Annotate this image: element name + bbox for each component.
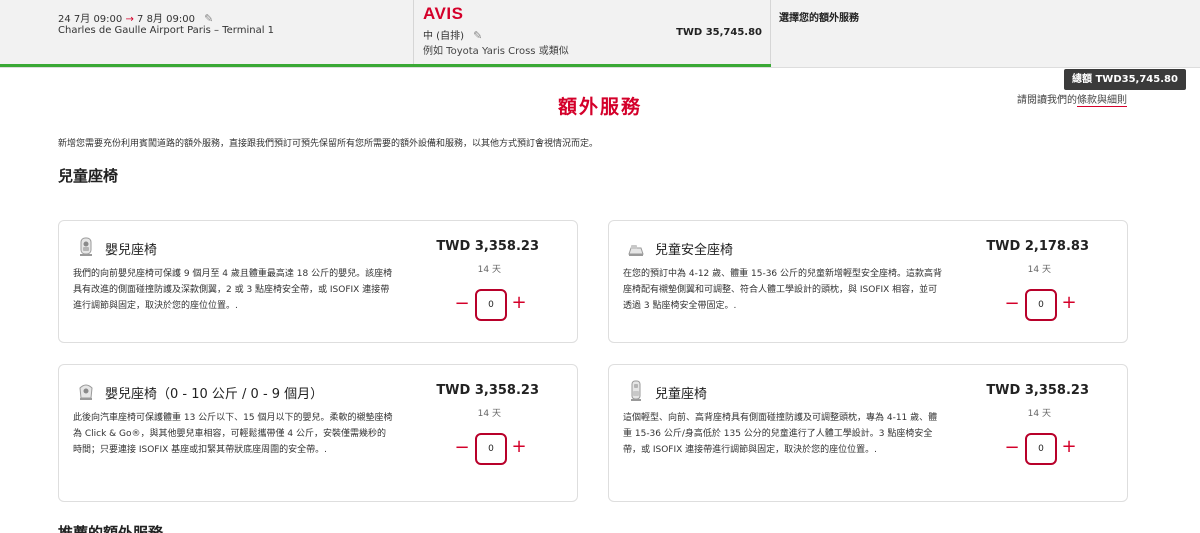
booking-summary-bar: 24 7月 09:00 → 7 8月 09:00 ✎ Charles de Ga… [0,0,1200,68]
rental-days: 14 天 [1027,265,1051,275]
extra-card-child-seat: 兒童座椅 這個輕型、向前、高背座椅具有側面碰撞防護及可調整頭枕，專為 4-11 … [608,364,1128,502]
extra-description: 我們的向前嬰兒座椅可保護 9 個月至 4 歲且體重最高達 18 公斤的嬰兒。該座… [73,269,393,311]
extra-card-infant-seat: 嬰兒座椅 我們的向前嬰兒座椅可保護 9 個月至 4 歲且體重最高達 18 公斤的… [58,220,578,343]
section-heading-recommended: 推薦的額外服務 [58,524,164,533]
booster-seat-icon [628,245,644,256]
total-label: 總額 [1072,74,1092,85]
return-date: 7 8月 09:00 [137,14,195,25]
pickup-location: Charles de Gaulle Airport Paris – Termin… [58,25,275,36]
extras-step: 選擇您的額外服務 [771,0,1200,67]
intro-text: 新增您需要充份利用賓闖道路的額外服務，直接跟我們預訂可預先保留所有您所需要的額外… [58,139,599,149]
extra-title: 嬰兒座椅 [105,243,158,258]
vehicle-summary[interactable]: AVIS 中 (自排) ✎ 例如 Toyota Yaris Cross 或類似 … [414,0,771,67]
extra-price: TWD 3,358.23 [436,239,539,254]
decrement-button[interactable]: − [1002,292,1022,316]
edit-pencil-icon[interactable]: ✎ [473,29,482,42]
extra-title: 兒童座椅 [655,387,708,402]
baby-carrier-icon [79,384,93,400]
arrow-right-icon: → [125,14,134,25]
car-class-label: 中 (自排) [423,31,464,42]
quantity-input[interactable]: 0 [475,289,507,321]
extra-price: TWD 3,358.23 [986,383,1089,398]
extra-price: TWD 3,358.23 [436,383,539,398]
total-badge: 總額 TWD35,745.80 [1064,69,1186,90]
rental-days: 14 天 [477,409,501,419]
increment-button[interactable]: + [509,435,529,459]
quantity-input[interactable]: 0 [475,433,507,465]
extra-title: 兒童安全座椅 [655,243,734,258]
trip-dates: 24 7月 09:00 → 7 8月 09:00 ✎ [58,10,213,25]
child-seat-icon [80,237,92,256]
step-label: 選擇您的額外服務 [779,13,859,24]
extra-description: 在您的預訂中為 4-12 歲、體重 15-36 公斤的兒童新增輕型安全座椅。這款… [623,269,943,311]
rental-days: 14 天 [1027,409,1051,419]
extra-card-booster-seat: 兒童安全座椅 在您的預訂中為 4-12 歲、體重 15-36 公斤的兒童新增輕型… [608,220,1128,343]
progress-indicator [0,64,771,67]
extra-title: 嬰兒座椅（0 - 10 公斤 / 0 - 9 個月） [105,387,324,402]
section-heading-child-seats: 兒童座椅 [58,167,119,185]
terms-notice: 請閱讀我們的條款與細則 [1017,91,1127,107]
car-class: 中 (自排) ✎ [423,27,482,42]
extra-card-baby-seat: 嬰兒座椅（0 - 10 公斤 / 0 - 9 個月） 此後向汽車座椅可保護體重 … [58,364,578,502]
rental-days: 14 天 [477,265,501,275]
child-seat-icon [631,380,641,401]
quantity-input[interactable]: 0 [1025,433,1057,465]
increment-button[interactable]: + [1059,435,1079,459]
terms-prefix: 請閱讀我們的 [1017,95,1077,106]
trip-summary[interactable]: 24 7月 09:00 → 7 8月 09:00 ✎ Charles de Ga… [0,0,414,67]
total-value: TWD35,745.80 [1095,74,1178,85]
brand-logo: AVIS [423,4,464,23]
decrement-button[interactable]: − [452,436,472,460]
decrement-button[interactable]: − [1002,436,1022,460]
extra-description: 這個輕型、向前、高背座椅具有側面碰撞防護及可調整頭枕，專為 4-11 歲、體重 … [623,413,938,455]
quantity-input[interactable]: 0 [1025,289,1057,321]
terms-link[interactable]: 條款與細則 [1077,95,1127,107]
pickup-date: 24 7月 09:00 [58,14,123,25]
car-price: TWD 35,745.80 [676,27,762,38]
increment-button[interactable]: + [1059,291,1079,315]
decrement-button[interactable]: − [452,292,472,316]
extra-description: 此後向汽車座椅可保護體重 13 公斤以下、15 個月以下的嬰兒。柔軟的襯墊座椅為… [73,413,393,455]
extra-price: TWD 2,178.83 [986,239,1089,254]
car-model: 例如 Toyota Yaris Cross 或類似 [423,46,569,57]
increment-button[interactable]: + [509,291,529,315]
edit-pencil-icon[interactable]: ✎ [204,12,213,25]
